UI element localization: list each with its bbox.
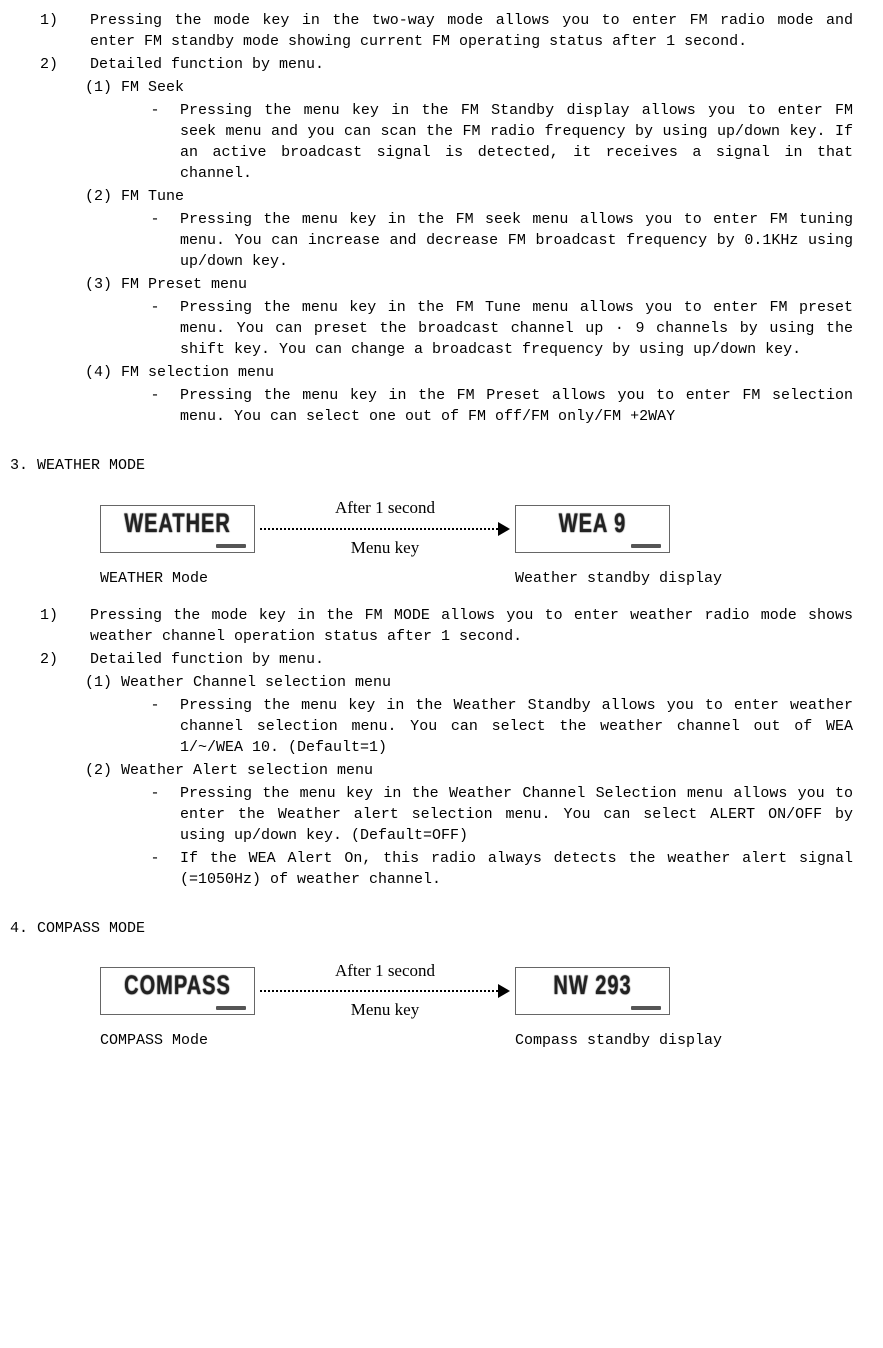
sub-detail: - Pressing the menu key in the FM seek m…: [140, 209, 853, 272]
lcd-text: WEA 9: [559, 505, 627, 543]
text: Detailed function by menu.: [90, 649, 853, 670]
arrow-top-label: After 1 second: [335, 959, 435, 983]
arrow-icon: [260, 522, 510, 536]
lcd-compass-standby: NW 293: [515, 967, 670, 1015]
sub-item: (4) FM selection menu: [85, 362, 853, 383]
weather-diagram: WEATHER After 1 second Menu key WEA 9: [100, 496, 853, 562]
caption-right: Compass standby display: [515, 1030, 853, 1051]
marker: 2): [40, 649, 90, 670]
sub-item: (2) Weather Alert selection menu: [85, 760, 853, 781]
arrow-top-label: After 1 second: [335, 496, 435, 520]
text: (2) FM Tune: [85, 186, 853, 207]
compass-diagram: COMPASS After 1 second Menu key NW 293: [100, 959, 853, 1025]
text: Detailed function by menu.: [90, 54, 853, 75]
text: (2) Weather Alert selection menu: [85, 760, 853, 781]
sub-detail: - Pressing the menu key in the Weather S…: [140, 695, 853, 758]
text: If the WEA Alert On, this radio always d…: [180, 848, 853, 890]
text: Pressing the menu key in the FM Preset a…: [180, 385, 853, 427]
sub-item: (1) FM Seek: [85, 77, 853, 98]
text: Pressing the menu key in the Weather Sta…: [180, 695, 853, 758]
section-heading-weather: 3. WEATHER MODE: [10, 455, 853, 476]
sub-item: (2) FM Tune: [85, 186, 853, 207]
marker: 1): [40, 605, 90, 647]
arrow-icon: [260, 984, 510, 998]
list-item-2: 2) Detailed function by menu.: [40, 649, 853, 670]
list-item-2: 2) Detailed function by menu.: [40, 54, 853, 75]
text: (4) FM selection menu: [85, 362, 853, 383]
text: Pressing the menu key in the FM seek men…: [180, 209, 853, 272]
marker: 2): [40, 54, 90, 75]
text: (1) FM Seek: [85, 77, 853, 98]
list-item-1: 1) Pressing the mode key in the two-way …: [40, 10, 853, 52]
caption-right: Weather standby display: [515, 568, 853, 589]
lcd-text: WEATHER: [124, 505, 231, 543]
sub-detail: - Pressing the menu key in the FM Standb…: [140, 100, 853, 184]
lcd-text: COMPASS: [124, 967, 231, 1005]
text: Pressing the mode key in the FM MODE all…: [90, 605, 853, 647]
text: Pressing the menu key in the FM Standby …: [180, 100, 853, 184]
sub-item: (1) Weather Channel selection menu: [85, 672, 853, 693]
marker: 1): [40, 10, 90, 52]
text: (3) FM Preset menu: [85, 274, 853, 295]
caption-left: WEATHER Mode: [100, 568, 515, 589]
sub-detail: - If the WEA Alert On, this radio always…: [140, 848, 853, 890]
sub-item: (3) FM Preset menu: [85, 274, 853, 295]
arrow-zone: After 1 second Menu key: [255, 959, 515, 1025]
lcd-weather-mode: WEATHER: [100, 505, 255, 553]
sub-detail: - Pressing the menu key in the FM Preset…: [140, 385, 853, 427]
bullet: -: [140, 848, 180, 890]
arrow-bottom-label: Menu key: [351, 998, 419, 1022]
sub-detail: - Pressing the menu key in the Weather C…: [140, 783, 853, 846]
compass-captions: COMPASS Mode Compass standby display: [100, 1030, 853, 1051]
bullet: -: [140, 100, 180, 184]
lcd-compass-mode: COMPASS: [100, 967, 255, 1015]
text: (1) Weather Channel selection menu: [85, 672, 853, 693]
caption-left: COMPASS Mode: [100, 1030, 515, 1051]
weather-captions: WEATHER Mode Weather standby display: [100, 568, 853, 589]
list-item-1: 1) Pressing the mode key in the FM MODE …: [40, 605, 853, 647]
bullet: -: [140, 209, 180, 272]
arrow-zone: After 1 second Menu key: [255, 496, 515, 562]
section-heading-compass: 4. COMPASS MODE: [10, 918, 853, 939]
bullet: -: [140, 385, 180, 427]
bullet: -: [140, 783, 180, 846]
lcd-bar-icon: [105, 542, 250, 548]
arrow-bottom-label: Menu key: [351, 536, 419, 560]
lcd-bar-icon: [520, 1004, 665, 1010]
text: Pressing the mode key in the two-way mod…: [90, 10, 853, 52]
text: Pressing the menu key in the FM Tune men…: [180, 297, 853, 360]
lcd-bar-icon: [520, 542, 665, 548]
sub-detail: - Pressing the menu key in the FM Tune m…: [140, 297, 853, 360]
text: Pressing the menu key in the Weather Cha…: [180, 783, 853, 846]
bullet: -: [140, 695, 180, 758]
lcd-text: NW 293: [553, 967, 631, 1005]
lcd-bar-icon: [105, 1004, 250, 1010]
bullet: -: [140, 297, 180, 360]
lcd-weather-standby: WEA 9: [515, 505, 670, 553]
